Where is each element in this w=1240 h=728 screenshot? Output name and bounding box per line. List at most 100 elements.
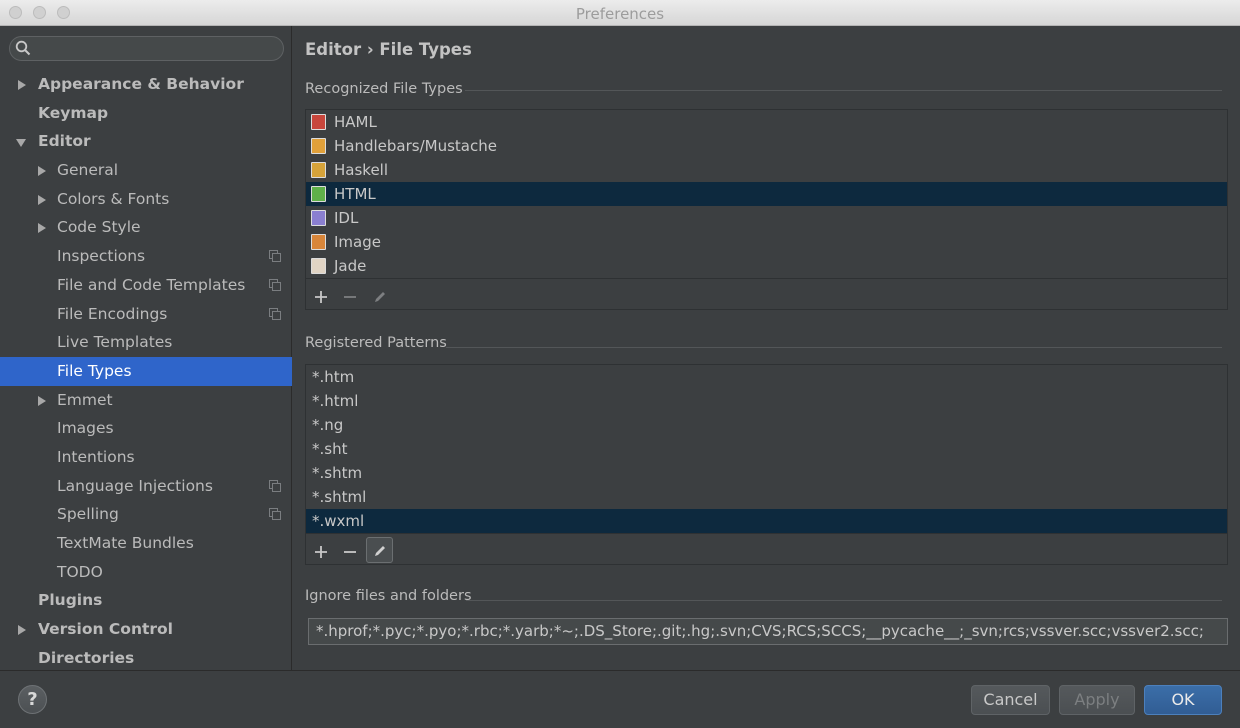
project-settings-icon — [269, 508, 281, 521]
section-divider — [466, 600, 1222, 601]
list-item[interactable]: Jade — [306, 254, 1227, 278]
sidebar-item-images[interactable]: Images — [0, 414, 292, 443]
list-item[interactable]: Handlebars/Mustache — [306, 134, 1227, 158]
pencil-icon — [375, 292, 385, 302]
sidebar-item-colors-fonts[interactable]: Colors & Fonts — [0, 185, 292, 214]
patterns-toolbar — [306, 533, 1227, 564]
help-button[interactable]: ? — [18, 685, 47, 714]
list-item[interactable]: Haskell — [306, 158, 1227, 182]
sidebar-item-directories[interactable]: Directories — [0, 644, 292, 673]
file-type-label: Handlebars/Mustache — [334, 137, 497, 155]
apply-button[interactable]: Apply — [1059, 685, 1135, 715]
sidebar-item-label: Keymap — [38, 103, 109, 122]
list-item[interactable]: *.wxml — [306, 509, 1227, 533]
sidebar-item-emmet[interactable]: Emmet — [0, 386, 292, 415]
sidebar-item-label: Spelling — [57, 505, 119, 524]
file-types-toolbar — [306, 278, 1227, 309]
project-settings-icon — [269, 307, 281, 320]
expand-right-icon[interactable] — [18, 625, 26, 636]
ignore-files-label: Ignore files and folders — [305, 588, 472, 604]
sidebar-item-editor[interactable]: Editor — [0, 127, 292, 156]
edit-pattern-button[interactable] — [366, 537, 393, 563]
sidebar-item-label: Colors & Fonts — [57, 189, 170, 208]
file-type-label: HTML — [334, 185, 376, 203]
search-input[interactable] — [9, 36, 284, 61]
plus-icon — [315, 546, 327, 558]
sidebar-item-label: File Encodings — [57, 304, 168, 323]
sidebar-item-label: Live Templates — [57, 333, 173, 352]
expand-down-icon[interactable] — [16, 139, 26, 148]
sidebar-item-language-injections[interactable]: Language Injections — [0, 472, 292, 501]
list-item[interactable]: *.shtml — [306, 485, 1227, 509]
list-item[interactable]: *.html — [306, 389, 1227, 413]
recognized-file-types-list: HAML Handlebars/Mustache Haskell HTML IDL Ima… — [305, 109, 1228, 310]
list-item[interactable]: Image — [306, 230, 1227, 254]
file-type-label: IDL — [334, 209, 359, 227]
expand-right-icon[interactable] — [38, 166, 46, 177]
sidebar-item-intentions[interactable]: Intentions — [0, 443, 292, 472]
add-file-type-button[interactable] — [308, 284, 334, 308]
sidebar-item-spelling[interactable]: Spelling — [0, 500, 292, 529]
window-title: Preferences — [575, 5, 665, 23]
remove-pattern-button[interactable] — [337, 539, 363, 563]
add-pattern-button[interactable] — [308, 539, 334, 563]
ok-button[interactable]: OK — [1144, 685, 1222, 715]
list-item[interactable]: HAML — [306, 110, 1227, 134]
list-item[interactable]: *.shtm — [306, 461, 1227, 485]
edit-file-type-button[interactable] — [367, 284, 393, 308]
project-settings-icon — [269, 479, 281, 492]
image-file-icon — [311, 234, 326, 250]
sidebar-item-plugins[interactable]: Plugins — [0, 586, 292, 615]
sidebar-item-label: Directories — [38, 648, 135, 667]
list-item[interactable]: IDL — [306, 206, 1227, 230]
sidebar-item-label: Emmet — [57, 390, 113, 409]
cancel-button[interactable]: Cancel — [971, 685, 1050, 715]
sidebar-item-file-types[interactable]: File Types — [0, 356, 292, 386]
sidebar-item-label: File and Code Templates — [57, 275, 246, 294]
remove-file-type-button[interactable] — [337, 284, 363, 308]
sidebar-item-label: File Types — [57, 361, 132, 380]
plus-icon — [315, 291, 327, 303]
dialog-button-bar: ? Cancel Apply OK — [0, 670, 1240, 728]
minus-icon — [344, 296, 356, 298]
list-item[interactable]: *.htm — [306, 365, 1227, 389]
sidebar-item-inspections[interactable]: Inspections — [0, 242, 292, 271]
expand-right-icon[interactable] — [38, 395, 46, 406]
page-title: Editor › File Types — [305, 40, 472, 59]
section-divider — [446, 347, 1222, 348]
expand-right-icon[interactable] — [38, 223, 46, 234]
file-type-label: Jade — [334, 257, 367, 275]
sidebar-item-label: Version Control — [38, 620, 173, 639]
sidebar-item-live-templates[interactable]: Live Templates — [0, 328, 292, 357]
handlebars-file-icon — [311, 138, 326, 154]
ignore-files-input[interactable]: *.hprof;*.pyc;*.pyo;*.rbc;*.yarb;*~;.DS_… — [308, 618, 1228, 645]
project-settings-icon — [269, 250, 281, 263]
minus-icon — [344, 551, 356, 553]
sidebar-item-label: Code Style — [57, 218, 141, 237]
file-types-panel: Editor › File Types Recognized File Type… — [293, 26, 1240, 670]
haml-file-icon — [311, 114, 326, 130]
idl-file-icon — [311, 210, 326, 226]
file-type-label: Image — [334, 233, 381, 251]
expand-right-icon[interactable] — [18, 80, 26, 90]
sidebar-item-todo[interactable]: TODO — [0, 558, 292, 587]
sidebar-item-label: Editor — [38, 132, 91, 151]
sidebar-item-label: TODO — [57, 562, 103, 581]
sidebar-item-file-and-code-templates[interactable]: File and Code Templates — [0, 271, 292, 300]
list-item[interactable]: HTML — [306, 182, 1227, 206]
sidebar-item-version-control[interactable]: Version Control — [0, 615, 292, 644]
sidebar-item-general[interactable]: General — [0, 156, 292, 185]
expand-right-icon[interactable] — [38, 194, 46, 205]
sidebar-item-textmate-bundles[interactable]: TextMate Bundles — [0, 529, 292, 558]
haskell-file-icon — [311, 162, 326, 178]
list-item[interactable]: *.ng — [306, 413, 1227, 437]
sidebar-item-label: General — [57, 161, 119, 180]
list-item[interactable]: *.sht — [306, 437, 1227, 461]
sidebar-item-label: Language Injections — [57, 476, 213, 495]
sidebar-item-appearance-behavior[interactable]: Appearance & Behavior — [0, 70, 292, 99]
sidebar-item-keymap[interactable]: Keymap — [0, 99, 292, 128]
sidebar-item-code-style[interactable]: Code Style — [0, 213, 292, 242]
window-titlebar: Preferences — [0, 0, 1240, 26]
registered-patterns-label: Registered Patterns — [305, 335, 447, 351]
sidebar-item-file-encodings[interactable]: File Encodings — [0, 300, 292, 329]
